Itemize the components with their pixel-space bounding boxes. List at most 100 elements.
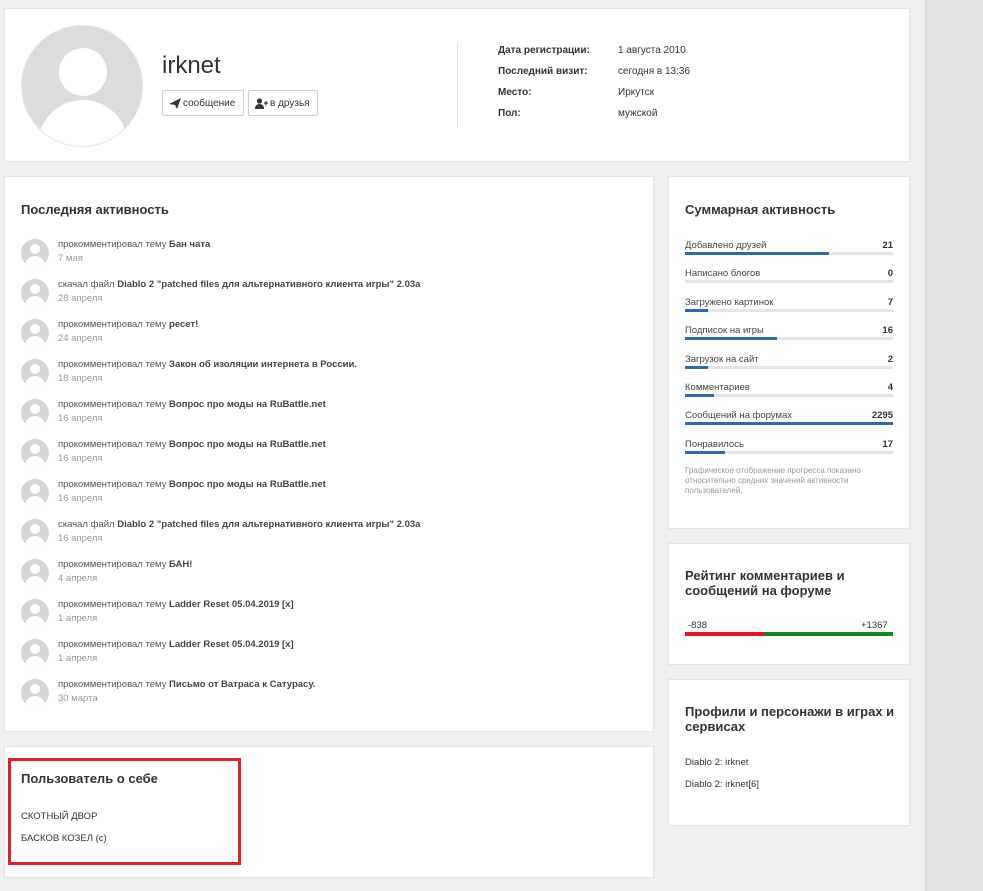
stat-progress-fill (685, 365, 708, 369)
avatar[interactable] (21, 399, 49, 427)
activity-item: прокомментировал тему Вопрос про моды на… (21, 479, 641, 509)
activity-target-link[interactable]: Вопрос про моды на RuBattle.net (169, 479, 326, 490)
avatar[interactable] (21, 599, 49, 627)
last-visit-label: Последний визит: (498, 66, 588, 77)
activity-action: прокомментировал тему (58, 359, 167, 370)
stat-progress-track (685, 422, 893, 426)
gender-value: мужской (618, 108, 658, 119)
send-message-label: сообщение (183, 97, 236, 109)
activity-action: прокомментировал тему (58, 399, 167, 410)
activity-item: прокомментировал тему Вопрос про моды на… (21, 399, 641, 429)
stat-label: Подписок на игры (685, 325, 764, 337)
activity-target-link[interactable]: Ladder Reset 05.04.2019 [x] (169, 639, 294, 650)
stats-note: Графическое отображение прогресса показа… (685, 466, 861, 495)
avatar[interactable] (21, 439, 49, 467)
stat-row: Подписок на игры 16 (685, 325, 893, 341)
activity-text: прокомментировал тему Ladder Reset 05.04… (58, 639, 294, 650)
stat-label: Понравилось (685, 438, 744, 450)
activity-target-link[interactable]: Бан чата (169, 239, 210, 250)
activity-target-link[interactable]: Закон об изоляции интернета в России. (169, 359, 357, 370)
stat-progress-fill (685, 394, 715, 397)
stat-progress-fill (685, 252, 829, 255)
stat-progress-track (685, 280, 893, 284)
activity-target-link[interactable]: Diablo 2 "patched files для альтернативн… (117, 279, 420, 290)
activity-text: прокомментировал тему Ladder Reset 05.04… (58, 599, 294, 610)
activity-item: прокомментировал тему Закон об изоляции … (21, 359, 641, 389)
activity-date: 24 апреля (58, 333, 103, 344)
summary-activity-title: Суммарная активность (685, 202, 836, 217)
activity-target-link[interactable]: Вопрос про моды на RuBattle.net (169, 399, 326, 410)
activity-action: прокомментировал тему (58, 639, 167, 650)
activity-target-link[interactable]: Письмо от Ватраса к Сатурасу. (169, 679, 315, 690)
activity-date: 7 мая (58, 253, 83, 264)
about-user-title: Пользователь о себе (21, 771, 158, 786)
avatar[interactable] (21, 479, 49, 507)
username: irknet (162, 52, 221, 79)
avatar[interactable] (21, 639, 49, 667)
stat-progress-track (685, 308, 893, 312)
avatar[interactable] (21, 679, 49, 707)
activity-text: прокомментировал тему Вопрос про моды на… (58, 479, 326, 490)
activity-text: прокомментировал тему Бан чата (58, 239, 210, 250)
game-profile-link[interactable]: Diablo 2: irknet (685, 757, 748, 768)
right-scroll-rail (925, 0, 983, 891)
header-divider (457, 42, 458, 128)
activity-text: прокомментировал тему Вопрос про моды на… (58, 399, 326, 410)
activity-target-link[interactable]: Вопрос про моды на RuBattle.net (169, 439, 326, 450)
activity-text: прокомментировал тему Закон об изоляции … (58, 359, 357, 370)
activity-item: прокомментировал тему Бан чата 7 мая (21, 239, 641, 269)
add-friend-label: в друзья (270, 97, 310, 109)
avatar[interactable] (21, 279, 49, 307)
activity-target-link[interactable]: Ladder Reset 05.04.2019 [x] (169, 599, 294, 610)
rating-bar (685, 632, 893, 636)
activity-text: прокомментировал тему БАН! (58, 559, 192, 570)
stat-label: Сообщений на форумах (685, 410, 793, 422)
activity-date: 30 марта (58, 693, 98, 704)
activity-date: 16 апреля (58, 493, 103, 504)
avatar[interactable] (21, 519, 49, 547)
avatar[interactable] (21, 319, 49, 347)
activity-item: прокомментировал тему ресет! 24 апреля (21, 319, 641, 349)
avatar[interactable] (21, 239, 49, 267)
game-profiles-card: Профили и персонажи в играх и сервисах D… (668, 679, 910, 826)
activity-target-link[interactable]: Diablo 2 "patched files для альтернативн… (117, 519, 420, 530)
about-line: СКОТНЫЙ ДВОР (21, 811, 98, 822)
avatar[interactable] (21, 359, 49, 387)
rating-negative-fill (685, 632, 765, 636)
game-profile-link[interactable]: Diablo 2: irknet[6] (685, 779, 759, 790)
activity-action: прокомментировал тему (58, 479, 167, 490)
rating-positive-value: +1367 (861, 620, 888, 631)
activity-date: 16 апреля (58, 533, 103, 544)
send-message-button[interactable]: сообщение (162, 90, 244, 116)
stat-progress-fill (685, 308, 708, 312)
recent-activity-card: Последняя активность прокомментировал те… (4, 176, 654, 732)
activity-date: 28 апреля (58, 293, 103, 304)
activity-action: скачал файл (58, 279, 115, 290)
stat-value: 21 (882, 240, 893, 251)
stat-progress-fill (685, 337, 777, 341)
about-user-card: Пользователь о себе СКОТНЫЙ ДВОР БАСКОВ … (4, 746, 654, 878)
stat-label: Написано блогов (685, 268, 761, 280)
avatar[interactable] (21, 559, 49, 587)
activity-text: прокомментировал тему Письмо от Ватраса … (58, 679, 315, 690)
stat-value: 4 (887, 382, 893, 393)
location-label: Место: (498, 87, 532, 98)
about-line: БАСКОВ КОЗЕЛ (с) (21, 833, 107, 844)
activity-target-link[interactable]: БАН! (169, 559, 192, 570)
registration-date-label: Дата регистрации: (498, 45, 590, 56)
activity-text: скачал файл Diablo 2 "patched files для … (58, 519, 420, 530)
registration-date-value: 1 августа 2010 (618, 45, 686, 56)
stat-row: Добавлено друзей 21 (685, 240, 893, 256)
stat-label: Загрузок на сайт (685, 353, 759, 365)
add-friend-button[interactable]: в друзья (248, 90, 318, 116)
stat-progress-fill (685, 450, 725, 454)
activity-date: 1 апреля (58, 653, 98, 664)
paper-plane-icon (169, 97, 181, 109)
stat-value: 7 (887, 296, 893, 308)
stat-label: Добавлено друзей (685, 240, 767, 251)
summary-activity-card: Суммарная активность Добавлено друзей 21 Н… (668, 176, 910, 529)
stat-row: Комментариев 4 (685, 382, 893, 398)
activity-target-link[interactable]: ресет! (169, 319, 198, 330)
activity-date: 4 апреля (58, 573, 98, 584)
last-visit-value: сегодня в 13:36 (618, 66, 690, 77)
